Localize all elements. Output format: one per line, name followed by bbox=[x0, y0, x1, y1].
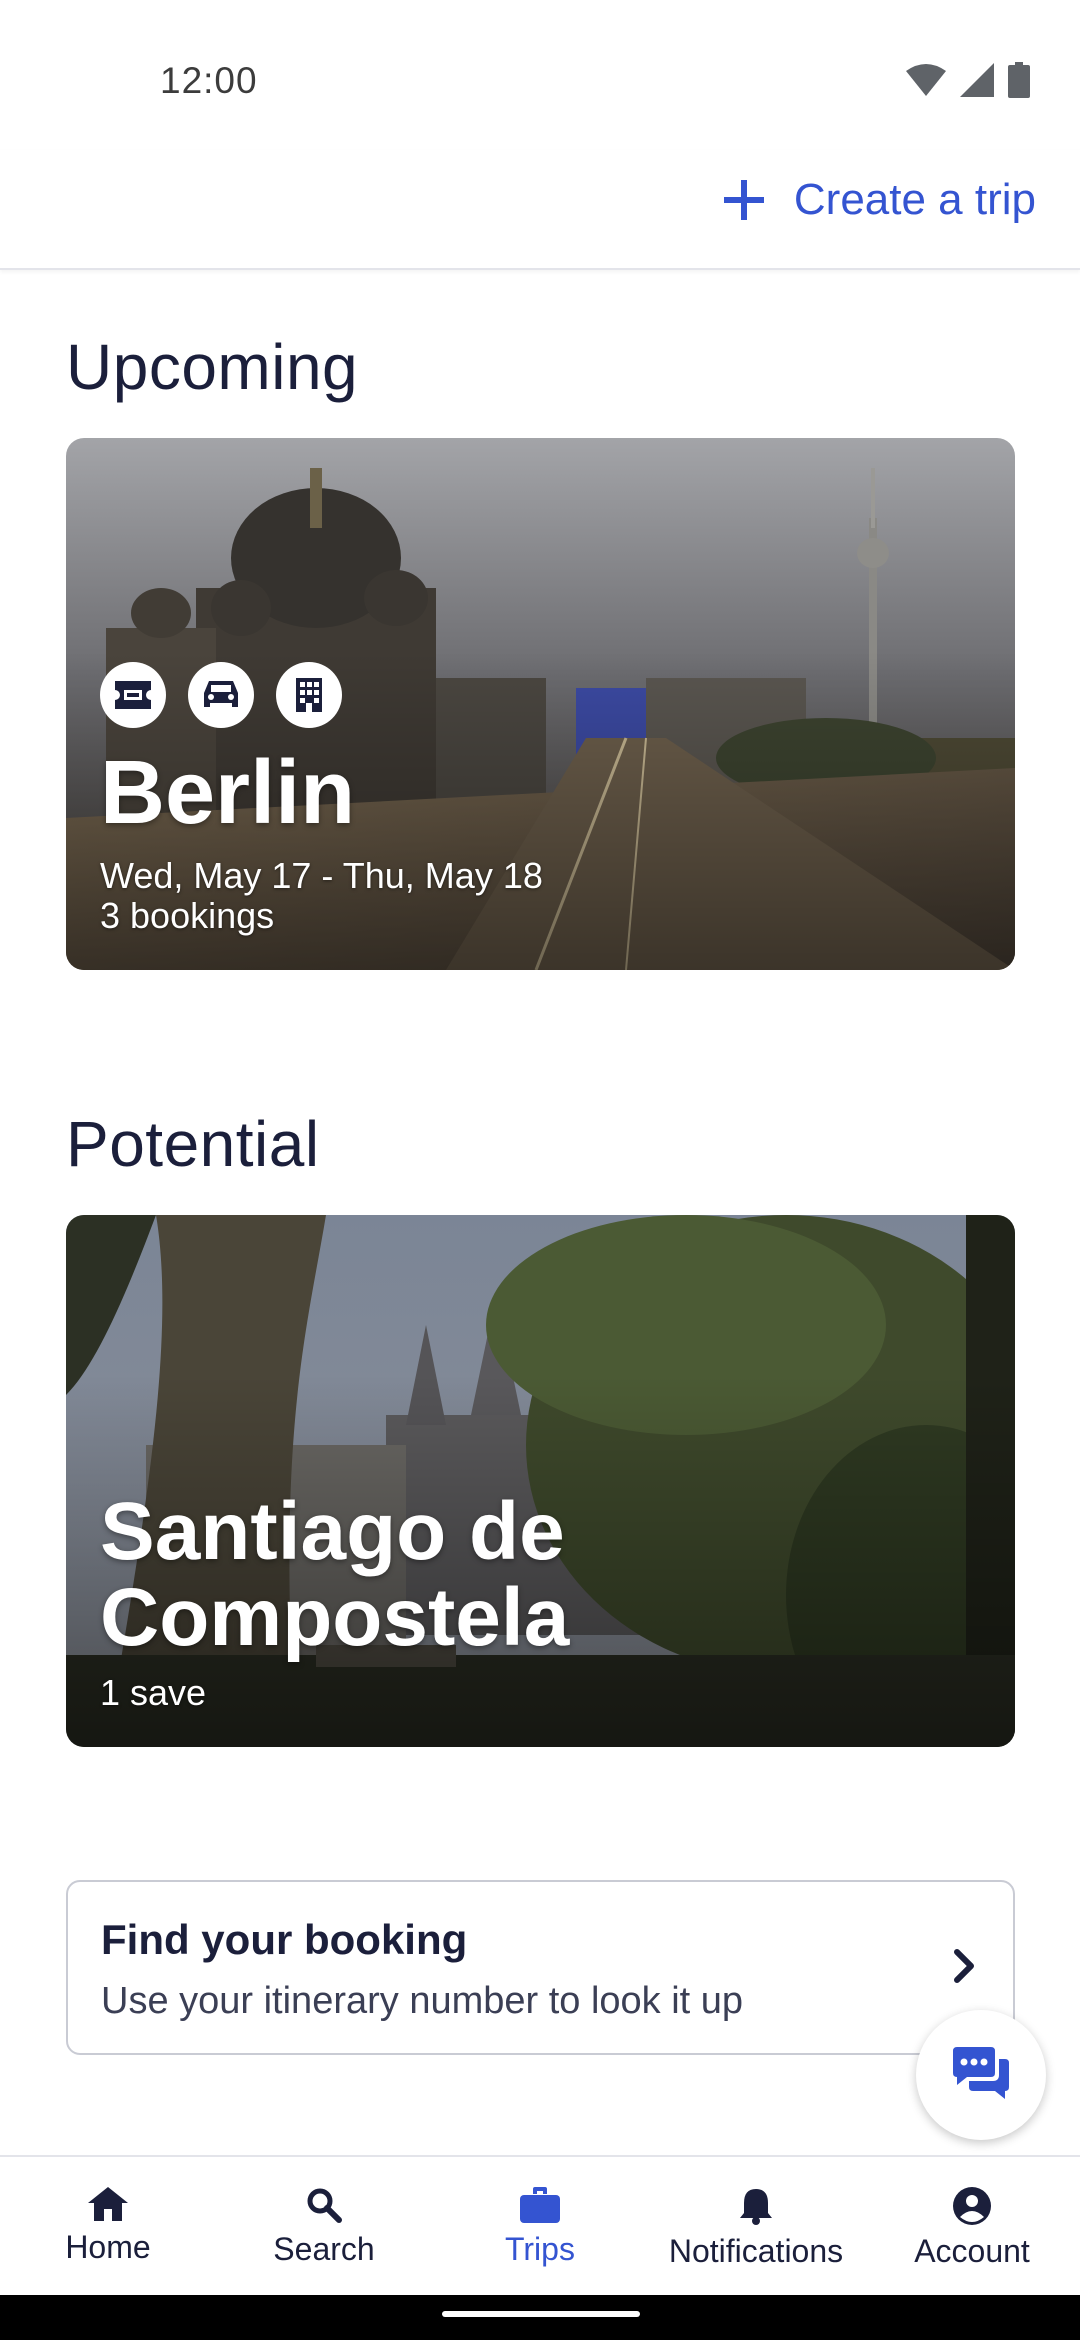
create-trip-label: Create a trip bbox=[793, 175, 1036, 224]
plus-icon bbox=[723, 180, 764, 220]
cellular-signal-icon bbox=[960, 63, 994, 97]
chevron-right-icon bbox=[954, 1949, 974, 1983]
home-gesture-handle[interactable] bbox=[442, 2311, 640, 2317]
trip-city-name-line1: Santiago de bbox=[100, 1486, 565, 1577]
nav-search-label: Search bbox=[273, 2231, 375, 2267]
trip-saves-count: 1 save bbox=[100, 1672, 207, 1713]
find-your-booking-card[interactable]: Find your booking Use your itinerary num… bbox=[66, 1880, 1015, 2055]
status-bar: 12:00 bbox=[0, 0, 1080, 150]
nav-account[interactable]: Account bbox=[864, 2157, 1080, 2295]
upcoming-heading: Upcoming bbox=[66, 331, 359, 403]
top-app-bar: Create a trip bbox=[0, 150, 1080, 270]
nav-account-label: Account bbox=[914, 2233, 1030, 2269]
find-booking-subtitle: Use your itinerary number to look it up bbox=[101, 1980, 744, 2022]
wifi-icon bbox=[906, 64, 946, 96]
briefcase-icon bbox=[520, 2187, 560, 2223]
bell-icon bbox=[740, 2189, 772, 2225]
battery-icon bbox=[1008, 62, 1030, 98]
nav-notifications-label: Notifications bbox=[668, 2233, 844, 2269]
nav-notifications[interactable]: Notifications bbox=[648, 2157, 864, 2295]
bottom-navigation: Home Search Trips Notifications Account bbox=[0, 2155, 1080, 2295]
chat-bubbles-icon bbox=[953, 2047, 1009, 2099]
hotel-icon bbox=[276, 662, 342, 728]
status-time: 12:00 bbox=[160, 60, 258, 101]
nav-search[interactable]: Search bbox=[216, 2157, 432, 2295]
ticket-icon bbox=[100, 662, 166, 728]
upcoming-trip-details: Berlin Wed, May 17 - Thu, May 18 3 booki… bbox=[100, 662, 981, 936]
search-icon bbox=[307, 2188, 342, 2223]
trip-bookings-count: 3 bookings bbox=[100, 895, 275, 936]
chat-support-button[interactable] bbox=[916, 2010, 1046, 2140]
nav-trips[interactable]: Trips bbox=[432, 2157, 648, 2295]
potential-heading: Potential bbox=[66, 1108, 320, 1180]
booking-type-icons bbox=[100, 662, 981, 728]
nav-trips-label: Trips bbox=[505, 2231, 575, 2267]
create-trip-button[interactable]: Create a trip bbox=[722, 170, 1036, 230]
car-icon bbox=[188, 662, 254, 728]
upcoming-trip-card-berlin[interactable]: Berlin Wed, May 17 - Thu, May 18 3 booki… bbox=[66, 438, 1015, 970]
account-icon bbox=[953, 2187, 991, 2225]
trip-city-name-line2: Compostela bbox=[100, 1572, 570, 1663]
trip-city-name: Berlin bbox=[100, 743, 356, 843]
potential-trip-card-santiago[interactable]: Santiago de Compostela 1 save bbox=[66, 1215, 1015, 1747]
find-booking-title: Find your booking bbox=[101, 1916, 468, 1963]
trip-dates: Wed, May 17 - Thu, May 18 bbox=[100, 855, 543, 896]
system-gesture-bar bbox=[0, 2295, 1080, 2340]
potential-trip-details: Santiago de Compostela 1 save bbox=[100, 1489, 981, 1713]
home-icon bbox=[88, 2187, 128, 2221]
nav-home-label: Home bbox=[65, 2229, 151, 2265]
nav-home[interactable]: Home bbox=[0, 2157, 216, 2295]
status-icons bbox=[906, 62, 1030, 98]
